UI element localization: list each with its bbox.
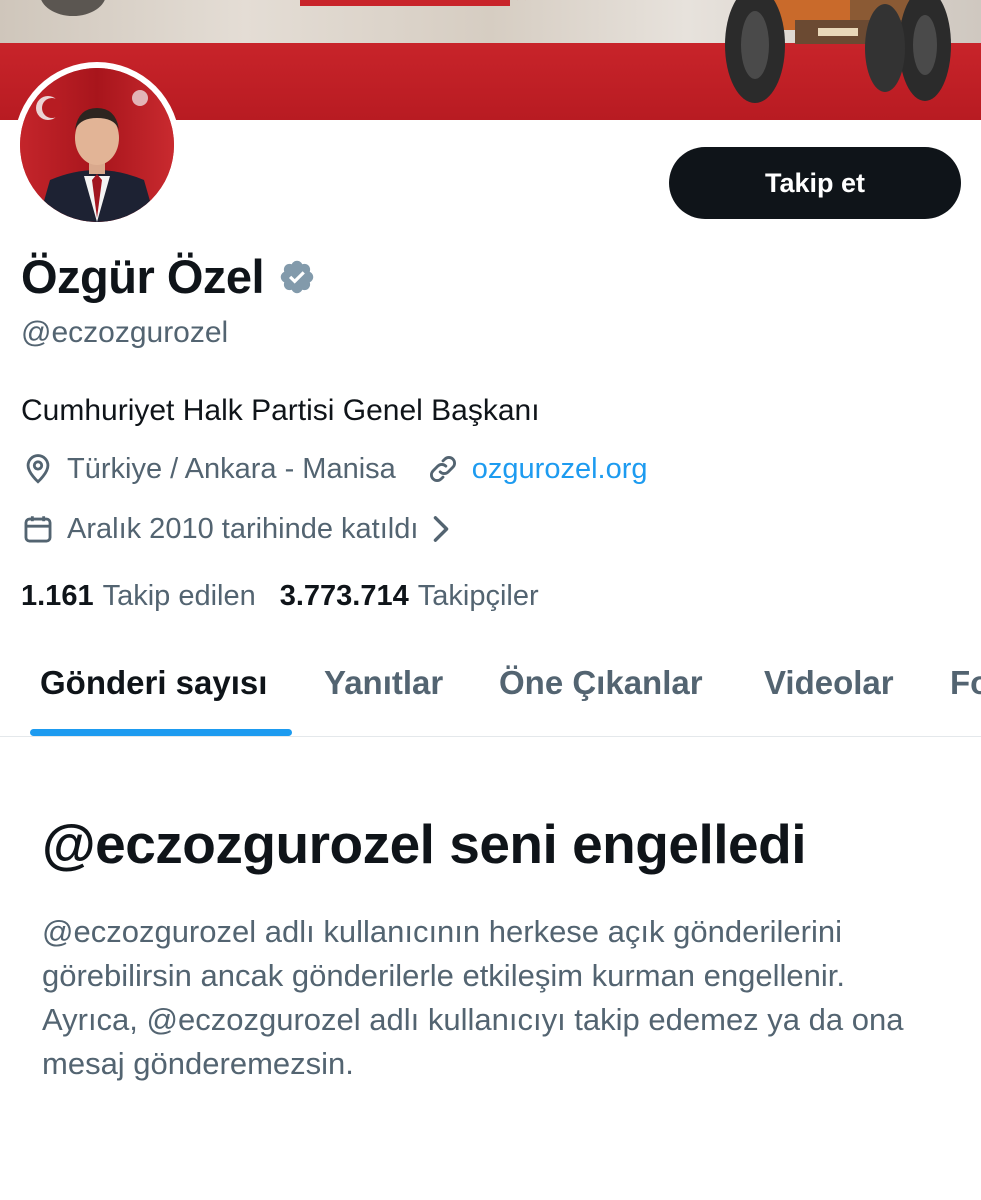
location-row: Türkiye / Ankara - Manisa ozgurozel.org [21, 452, 648, 486]
display-name: Özgür Özel [21, 249, 265, 303]
tab-truncated[interactable]: Fo [950, 664, 981, 702]
followers-count: 3.773.714 [279, 580, 409, 612]
display-name-row: Özgür Özel [21, 246, 316, 306]
profile-joined: Aralık 2010 tarihinde katıldı [67, 512, 419, 545]
follow-stats: 1.161 Takip edilen 3.773.714 Takipçiler [21, 580, 563, 613]
profile-location: Türkiye / Ankara - Manisa [67, 452, 396, 485]
following-stat[interactable]: 1.161 Takip edilen [21, 580, 256, 613]
tab-replies[interactable]: Yanıtlar [324, 664, 443, 702]
profile-tabs: Gönderi sayısı Yanıtlar Öne Çıkanlar Vid… [0, 640, 981, 737]
banner-tractor-image [725, 0, 951, 103]
location-pin-icon [26, 454, 50, 484]
calendar-icon [24, 516, 52, 543]
avatar-photo [20, 68, 174, 222]
website-link[interactable]: ozgurozel.org [472, 453, 648, 486]
followers-label: Takipçiler [417, 580, 539, 612]
followers-stat[interactable]: 3.773.714 Takipçiler [280, 580, 539, 613]
active-tab-indicator [30, 729, 292, 736]
tab-videos[interactable]: Videolar [764, 664, 894, 702]
profile-avatar[interactable] [14, 62, 180, 228]
banner-quote-mark: ” [514, 0, 534, 24]
profile-bio: Cumhuriyet Halk Partisi Genel Başkanı [21, 394, 540, 427]
tab-posts[interactable]: Gönderi sayısı [40, 664, 267, 702]
following-count: 1.161 [21, 580, 94, 612]
follow-button[interactable]: Takip et [669, 147, 961, 219]
blocked-description: @eczozgurozel adlı kullanıcının herkese … [42, 914, 904, 1081]
verified-badge-icon[interactable] [278, 258, 316, 296]
joined-row[interactable]: Aralık 2010 tarihinde katıldı [21, 512, 452, 546]
tab-highlights[interactable]: Öne Çıkanlar [499, 664, 703, 702]
blocked-title: @eczozgurozel seni engelledi [42, 813, 806, 875]
chevron-right-icon [434, 516, 449, 542]
profile-handle: @eczozgurozel [21, 316, 229, 349]
banner-quote-bar [300, 0, 510, 6]
following-label: Takip edilen [102, 580, 256, 612]
link-icon [429, 456, 456, 482]
